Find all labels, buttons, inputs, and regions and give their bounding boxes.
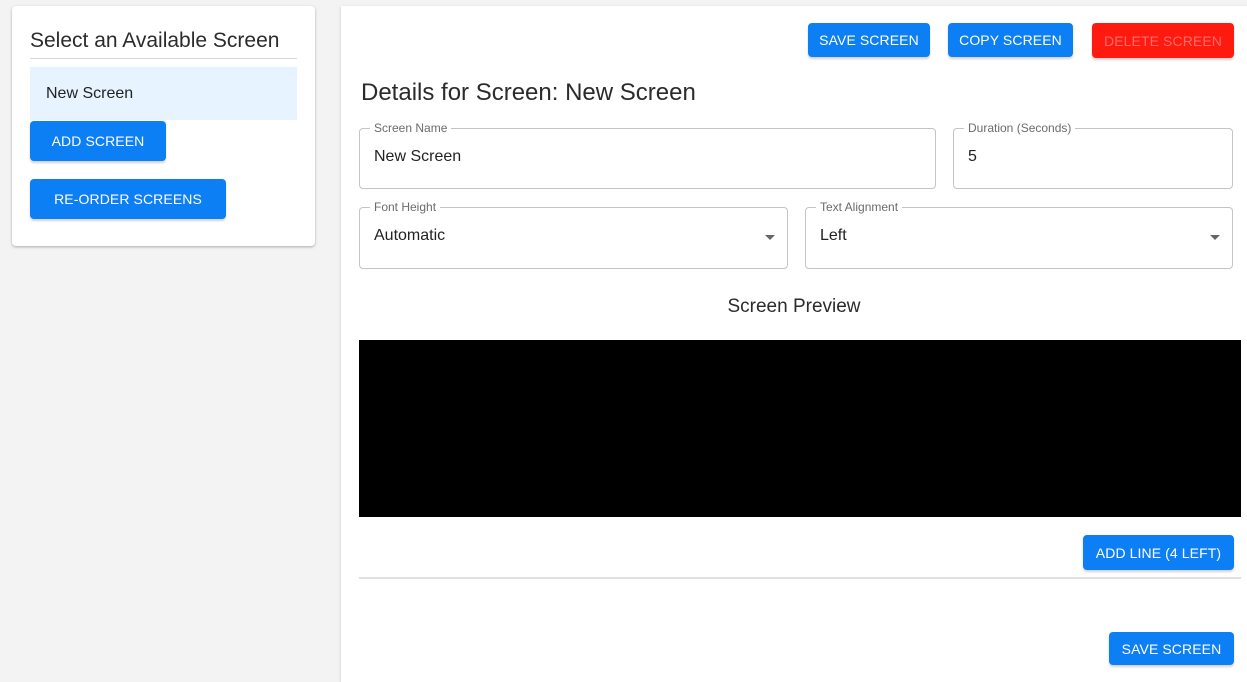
footer-save-screen-button[interactable]: SAVE SCREEN	[1109, 632, 1234, 665]
screen-list: New Screen	[30, 67, 297, 120]
duration-label: Duration (Seconds)	[964, 121, 1076, 135]
chevron-down-icon	[765, 235, 775, 240]
sidebar-title: Select an Available Screen	[30, 6, 297, 59]
preview-title: Screen Preview	[727, 296, 861, 317]
save-screen-button[interactable]: SAVE SCREEN	[808, 23, 930, 57]
details-heading: Details for Screen: New Screen	[361, 79, 696, 106]
duration-value: 5	[968, 148, 977, 165]
screen-details-panel: SAVE SCREEN COPY SCREEN DELETE SCREEN De…	[341, 6, 1247, 682]
screen-list-item[interactable]: New Screen	[30, 67, 297, 120]
text-alignment-value: Left	[820, 227, 847, 244]
text-alignment-select[interactable]: Text Alignment Left	[805, 200, 1233, 269]
screen-list-panel: Select an Available Screen New Screen AD…	[12, 6, 315, 246]
screen-name-field[interactable]: Screen Name New Screen	[359, 121, 936, 189]
divider	[359, 577, 1241, 579]
font-height-value: Automatic	[374, 227, 446, 244]
screen-preview	[359, 340, 1241, 517]
add-line-button[interactable]: ADD LINE (4 LEFT)	[1083, 535, 1234, 570]
screen-name-value: New Screen	[374, 148, 462, 165]
duration-field[interactable]: Duration (Seconds) 5	[953, 121, 1233, 189]
add-screen-button[interactable]: ADD SCREEN	[30, 121, 166, 161]
reorder-screens-button[interactable]: RE-ORDER SCREENS	[30, 179, 226, 219]
screen-list-item-label: New Screen	[46, 84, 134, 102]
screen-name-label: Screen Name	[370, 121, 452, 135]
chevron-down-icon	[1210, 235, 1220, 240]
font-height-select[interactable]: Font Height Automatic	[359, 200, 788, 269]
text-alignment-label: Text Alignment	[816, 200, 903, 214]
font-height-label: Font Height	[370, 200, 441, 214]
copy-screen-button[interactable]: COPY SCREEN	[948, 23, 1073, 57]
delete-screen-button[interactable]: DELETE SCREEN	[1092, 23, 1234, 58]
